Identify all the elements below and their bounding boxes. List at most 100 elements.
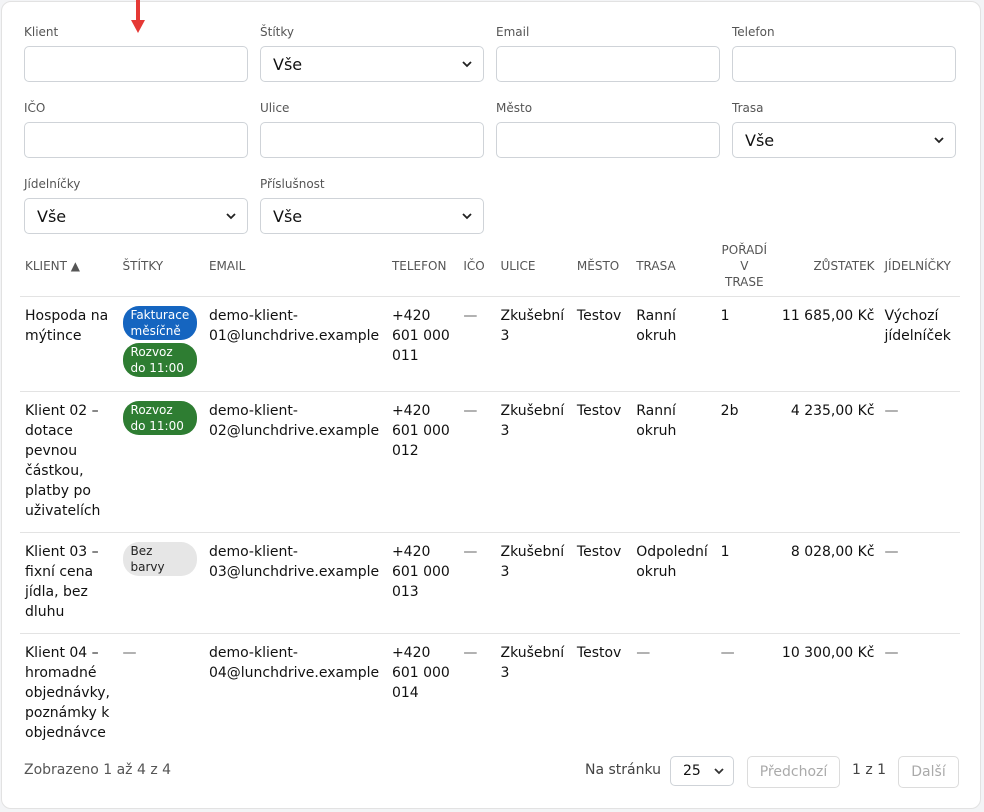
select-value: Vše	[273, 206, 303, 226]
filter-label: IČO	[24, 101, 46, 115]
cell-email: demo-klient-03@lunchdrive.example	[203, 532, 387, 634]
cell-menus: —	[879, 532, 960, 634]
cell-client: Klient 04 – hromadné objednávky, poznámk…	[25, 645, 110, 741]
cell-city: Testov	[576, 645, 622, 661]
table-row[interactable]: Klient 02 – dotace pevnou částkou, platb…	[20, 391, 960, 533]
tag-badge: Rozvoz do 11:00	[122, 343, 197, 377]
cell-order: 1	[715, 296, 773, 392]
per-page-select[interactable]: 25	[670, 756, 734, 786]
cell-email: demo-klient-01@lunchdrive.example	[203, 296, 387, 392]
cell-order: 1	[715, 532, 773, 634]
cell-street: Zkušební 3	[495, 296, 572, 392]
klient-input[interactable]	[24, 46, 248, 82]
cell-ico: —	[458, 532, 496, 634]
cell-phone: +420 601 000 013	[386, 532, 459, 634]
filter-label: Štítky	[260, 25, 294, 39]
col-header-ico[interactable]: IČO	[458, 236, 496, 297]
cell-balance: 4 235,00 Kč	[772, 391, 880, 533]
filter-row: Jídelníčky Vše Příslušnost Vše	[24, 176, 958, 234]
tag-badge: Fakturace měsíčně	[122, 306, 197, 340]
cell-city: Testov	[571, 532, 632, 634]
filter-telefon: Telefon	[732, 24, 956, 82]
email-input[interactable]	[496, 46, 720, 82]
cell-client: Hospoda na mýtince	[20, 296, 118, 392]
cell-street: Zkušební 3	[500, 645, 565, 681]
col-header-menus[interactable]: JÍDELNÍČKY	[879, 236, 960, 297]
col-header-tags[interactable]: ŠTÍTKY	[117, 236, 204, 297]
filter-jidelnicky: Jídelníčky Vše	[24, 176, 248, 234]
col-header-city[interactable]: MĚSTO	[571, 236, 632, 297]
filter-label: Email	[496, 25, 530, 39]
cell-tags: —	[118, 634, 204, 755]
filter-label: Telefon	[732, 25, 775, 39]
filter-trasa: Trasa Vše	[732, 100, 956, 158]
cell-ico: —	[463, 645, 478, 661]
table-row[interactable]: Hospoda na mýtince Fakturace měsíčně Rozvo…	[20, 296, 960, 392]
select-value: Vše	[745, 130, 775, 150]
cell-order: 2b	[715, 391, 773, 533]
filter-row: IČO Ulice Město Trasa Vše	[24, 100, 958, 158]
col-header-client[interactable]: KLIENT ▲	[20, 236, 118, 297]
prislusnost-select[interactable]: Vše	[260, 198, 484, 234]
table-row[interactable]: Klient 04 – hromadné objednávky, poznámk…	[20, 634, 960, 755]
filter-ulice: Ulice	[260, 100, 484, 158]
chevron-down-icon	[462, 213, 472, 220]
per-page-label: Na stránku	[585, 762, 662, 778]
select-value: Vše	[37, 206, 67, 226]
filter-label: Příslušnost	[260, 177, 325, 191]
filter-panel: Klient Štítky Vše Email Telefon IČO Ulice Město…	[24, 24, 958, 252]
chevron-down-icon	[714, 768, 724, 775]
cell-city: Testov	[571, 391, 632, 533]
ulice-input[interactable]	[260, 122, 484, 158]
stitky-select[interactable]: Vše	[260, 46, 484, 82]
cell-route: Ranní okruh	[631, 296, 716, 392]
empty-tags: —	[122, 645, 137, 661]
next-page-button[interactable]: Další	[898, 756, 959, 788]
filter-email: Email	[496, 24, 720, 82]
select-value: Vše	[273, 54, 303, 74]
chevron-down-icon	[934, 137, 944, 144]
col-header-email[interactable]: EMAIL	[203, 236, 387, 297]
cell-email: demo-klient-04@lunchdrive.example	[208, 645, 380, 681]
filter-stitky: Štítky Vše	[260, 24, 484, 82]
telefon-input[interactable]	[732, 46, 956, 82]
chevron-down-icon	[462, 61, 472, 68]
cell-menus: —	[884, 645, 899, 661]
filter-label: Město	[496, 101, 533, 115]
filter-label: Ulice	[260, 101, 290, 115]
cell-menus: —	[879, 391, 960, 533]
cell-city: Testov	[571, 296, 632, 392]
col-header-phone[interactable]: TELEFON	[386, 236, 459, 297]
clients-table: KLIENT ▲ ŠTÍTKY EMAIL TELEFON IČO ULICE …	[20, 236, 960, 754]
filter-label: Trasa	[732, 101, 764, 115]
cell-route: —	[636, 645, 651, 661]
mesto-input[interactable]	[496, 122, 720, 158]
cell-street: Zkušební 3	[495, 391, 572, 533]
cell-email: demo-klient-02@lunchdrive.example	[203, 391, 387, 533]
cell-route: Odpolední okruh	[631, 532, 716, 634]
cell-tags: Rozvoz do 11:00	[117, 391, 204, 533]
col-header-order[interactable]: POŘADÍ V TRASE	[715, 236, 773, 297]
filter-label: Jídelníčky	[24, 177, 81, 191]
col-header-route[interactable]: TRASA	[631, 236, 716, 297]
table-row[interactable]: Klient 03 – fixní cena jídla, bez dluhu B…	[20, 532, 960, 634]
ico-input[interactable]	[24, 122, 248, 158]
col-header-street[interactable]: ULICE	[495, 236, 572, 297]
jidelnicky-select[interactable]: Vše	[24, 198, 248, 234]
cell-ico: —	[458, 296, 496, 392]
results-summary: Zobrazeno 1 až 4 z 4	[24, 762, 172, 778]
cell-client: Klient 03 – fixní cena jídla, bez dluhu	[20, 532, 118, 634]
cell-phone: +420 601 000 012	[386, 391, 459, 533]
table-header-row: KLIENT ▲ ŠTÍTKY EMAIL TELEFON IČO ULICE …	[20, 236, 960, 297]
page-info: 1 z 1	[852, 762, 887, 778]
cell-menus: Výchozí jídelníček	[879, 296, 960, 392]
cell-phone: +420 601 000 011	[386, 296, 459, 392]
prev-page-button[interactable]: Předchozí	[747, 756, 840, 788]
cell-balance: 11 685,00 Kč	[772, 296, 880, 392]
filter-row: Klient Štítky Vše Email Telefon	[24, 24, 958, 82]
per-page-value: 25	[683, 763, 701, 779]
trasa-select[interactable]: Vše	[732, 122, 956, 158]
tag-badge: Bez barvy	[122, 542, 197, 576]
col-header-balance[interactable]: ZŮSTATEK	[772, 236, 880, 297]
cell-street: Zkušební 3	[495, 532, 572, 634]
